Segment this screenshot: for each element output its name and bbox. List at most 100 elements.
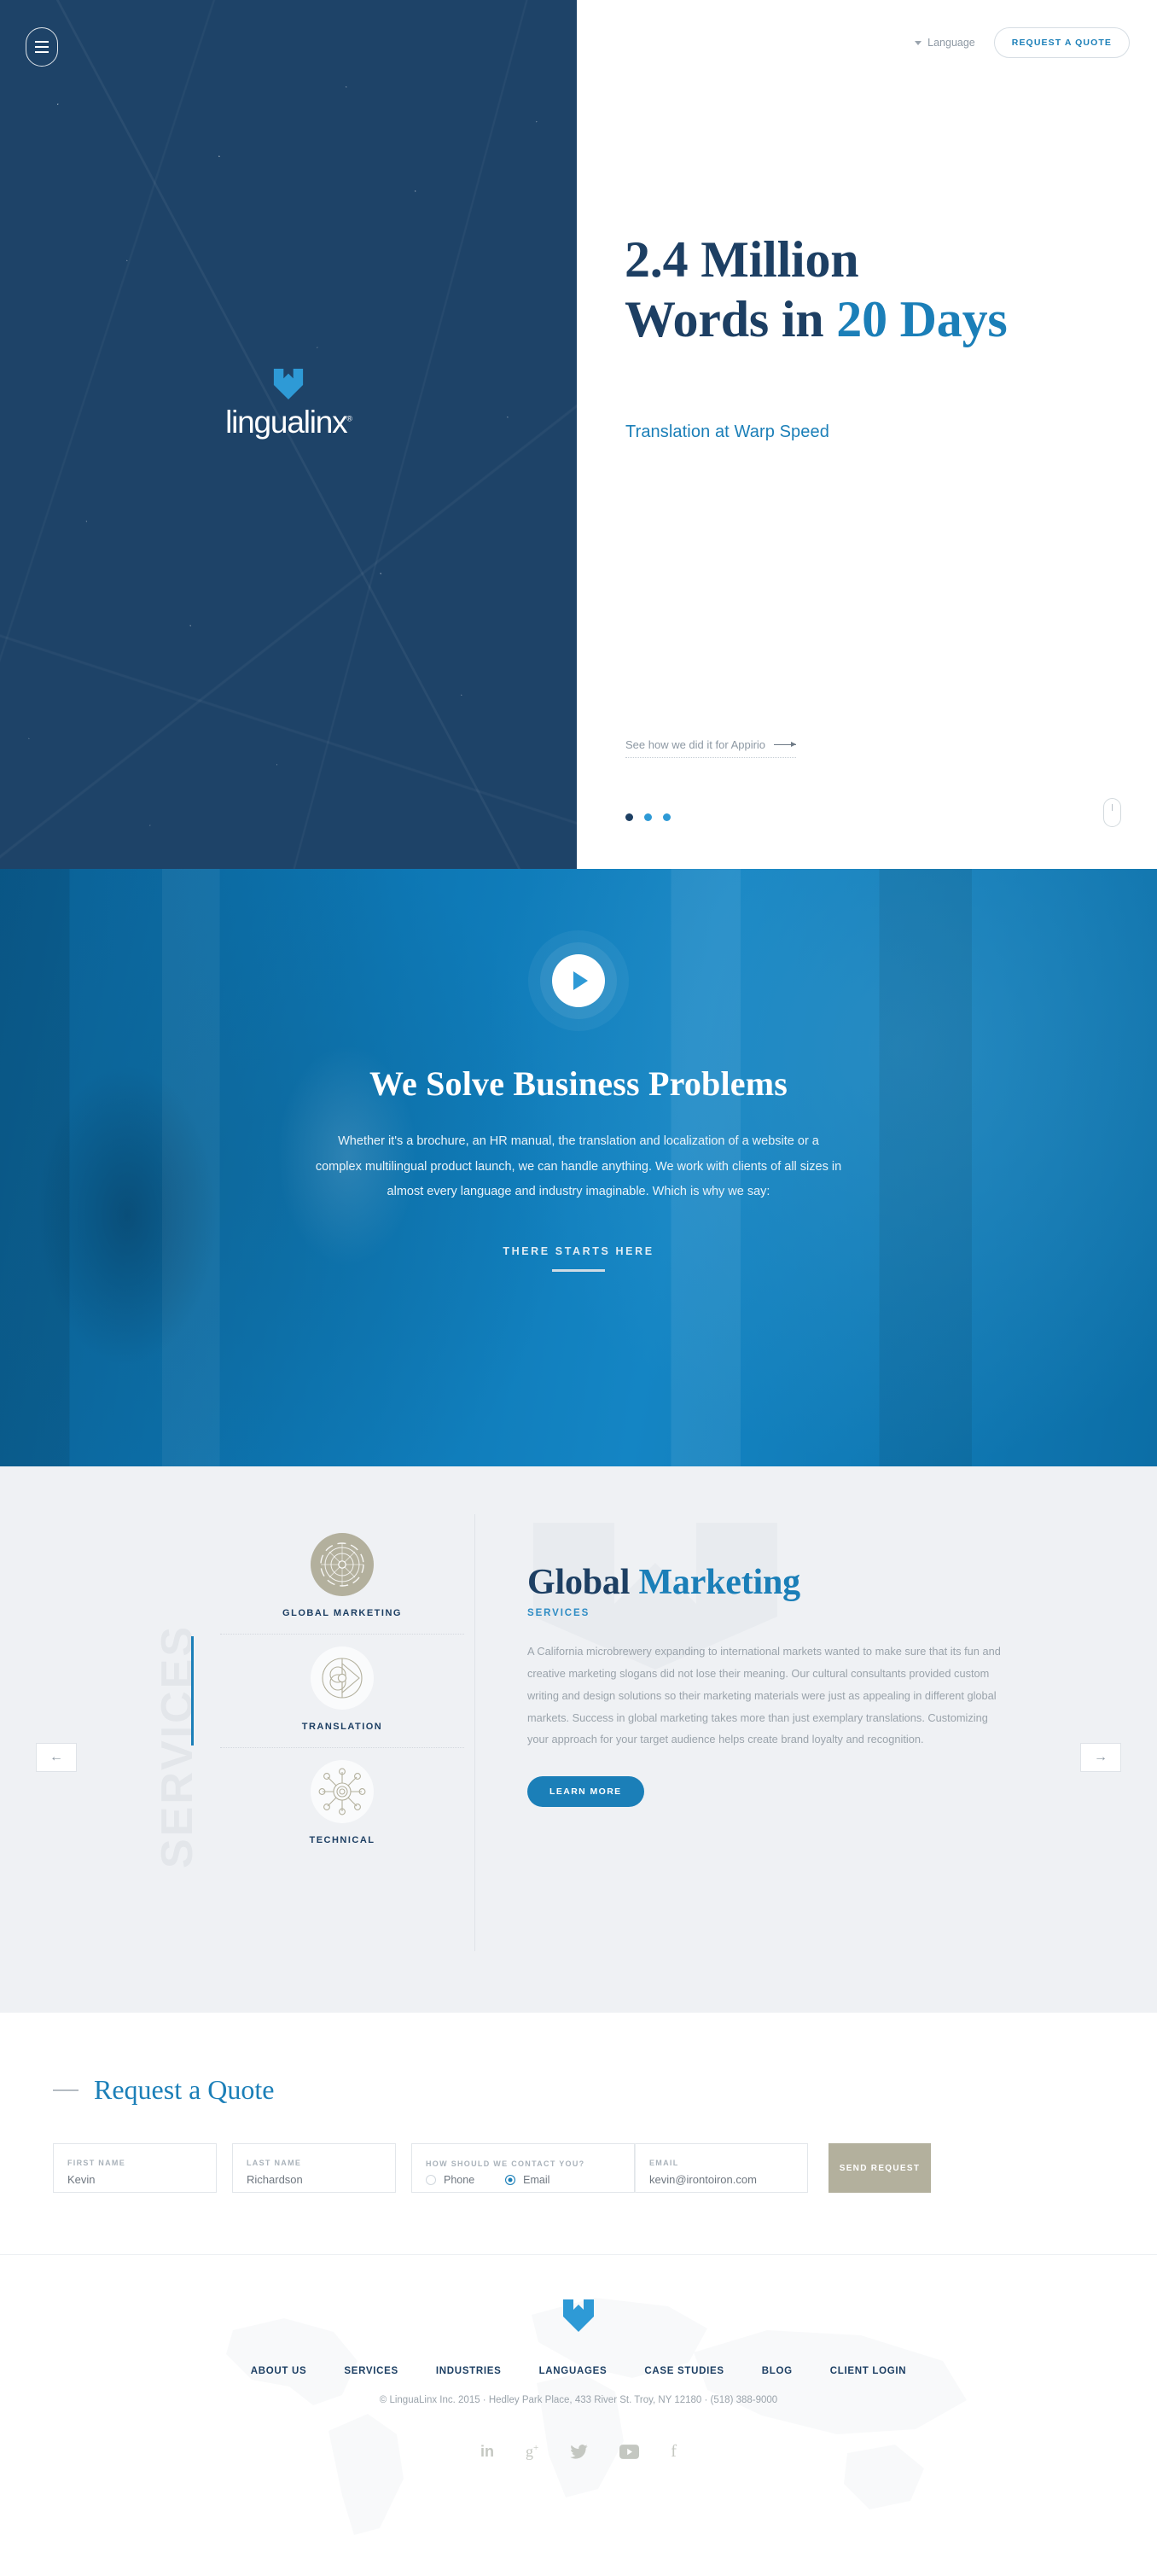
- radio-phone-label: Phone: [444, 2173, 475, 2186]
- first-name-field[interactable]: FIRST NAME Kevin: [53, 2143, 217, 2193]
- service-detail-panel: Global Marketing SERVICES A California m…: [527, 1523, 1005, 1808]
- scroll-down-icon: [1103, 798, 1121, 827]
- carousel-dot-1[interactable]: [625, 813, 633, 821]
- heading-dash: [53, 2089, 78, 2091]
- first-name-input[interactable]: Kevin: [67, 2173, 202, 2186]
- headline-line-1: 2.4 Million: [625, 231, 859, 288]
- request-a-quote-button[interactable]: REQUEST A QUOTE: [993, 27, 1130, 58]
- hero-subtitle: Translation at Warp Speed: [625, 423, 829, 441]
- radio-email-bullet: [505, 2174, 516, 2185]
- carousel-dot-2[interactable]: [644, 813, 652, 821]
- carousel-dot-3[interactable]: [663, 813, 671, 821]
- social-links: in g+ f: [480, 2443, 677, 2460]
- landing-page: lingualinx® Language REQUEST A QUOTE 2.4…: [0, 0, 1157, 2576]
- last-name-field[interactable]: LAST NAME Richardson: [232, 2143, 396, 2193]
- youtube-icon[interactable]: [619, 2444, 640, 2459]
- panel-title-accent: Marketing: [638, 1563, 800, 1602]
- service-tab-translation[interactable]: TRANSLATION: [191, 1634, 464, 1747]
- services-vertical-label: SERVICES: [153, 1624, 202, 1869]
- hamburger-icon-bar: [35, 50, 49, 53]
- footer-link-industries[interactable]: INDUSTRIES: [436, 2366, 502, 2376]
- request-quote-title: Request a Quote: [94, 2074, 275, 2105]
- video-section-body: Whether it's a brochure, an HR manual, t…: [315, 1134, 842, 1199]
- services-divider: [474, 1514, 475, 1951]
- logo-name: lingualinx: [225, 405, 347, 440]
- footer-link-about-us[interactable]: ABOUT US: [251, 2366, 307, 2376]
- logo-registered-mark: ®: [346, 414, 352, 423]
- network-hub-icon: [311, 1760, 374, 1823]
- top-navigation-bar: Language REQUEST A QUOTE: [915, 27, 1130, 58]
- hamburger-icon-bar: [35, 46, 49, 48]
- service-panel-title: Global Marketing: [527, 1562, 1005, 1603]
- first-name-label: FIRST NAME: [67, 2159, 125, 2167]
- radio-email-label: Email: [523, 2173, 550, 2186]
- case-study-link-label: See how we did it for Appirio: [625, 738, 766, 751]
- radio-email[interactable]: Email: [505, 2174, 549, 2186]
- service-panel-subtitle: SERVICES: [527, 1608, 590, 1618]
- lingualinx-shield-icon: [563, 2299, 594, 2332]
- services-next-button[interactable]: →: [1080, 1743, 1121, 1772]
- contact-method-radios: Phone Email: [426, 2174, 620, 2186]
- hero-visual-panel: lingualinx®: [0, 0, 577, 869]
- last-name-label: LAST NAME: [247, 2159, 302, 2167]
- arrow-right-icon: [774, 740, 797, 748]
- service-tab-label: TRANSLATION: [301, 1722, 383, 1732]
- footer-navigation: ABOUT US SERVICES INDUSTRIES LANGUAGES C…: [251, 2366, 907, 2376]
- play-icon[interactable]: [552, 954, 605, 1007]
- video-section-title: We Solve Business Problems: [369, 1064, 788, 1103]
- case-study-link[interactable]: See how we did it for Appirio: [625, 738, 797, 758]
- services-tab-list: GLOBAL MARKETING TRANSLATION TECHNICAL: [191, 1521, 464, 1861]
- linkedin-icon[interactable]: in: [480, 2444, 494, 2459]
- arrow-right-icon: →: [1094, 1750, 1108, 1764]
- footer-link-languages[interactable]: LANGUAGES: [539, 2366, 608, 2376]
- hero-section: lingualinx® Language REQUEST A QUOTE 2.4…: [0, 0, 1157, 869]
- chevron-down-icon: [915, 40, 922, 45]
- send-request-button[interactable]: SEND REQUEST: [829, 2143, 931, 2193]
- hero-content-panel: Language REQUEST A QUOTE 2.4 Million Wor…: [577, 0, 1157, 869]
- hamburger-icon-bar: [35, 41, 49, 44]
- hero-logo: lingualinx®: [0, 367, 577, 438]
- site-footer: ABOUT US SERVICES INDUSTRIES LANGUAGES C…: [0, 2254, 1157, 2576]
- footer-link-services[interactable]: SERVICES: [344, 2366, 398, 2376]
- hamburger-menu-button[interactable]: [26, 27, 58, 67]
- arrow-left-icon: ←: [49, 1750, 63, 1764]
- globe-translate-icon: [311, 1646, 374, 1710]
- email-label: EMAIL: [649, 2159, 679, 2167]
- request-quote-heading: Request a Quote: [53, 2074, 1157, 2106]
- learn-more-button[interactable]: LEARN MORE: [527, 1776, 644, 1808]
- underline-rule: [552, 1269, 605, 1272]
- footer-link-client-login[interactable]: CLIENT LOGIN: [830, 2366, 907, 2376]
- scroll-indicator-bar: [1111, 804, 1113, 811]
- service-tab-technical[interactable]: TECHNICAL: [220, 1747, 464, 1861]
- service-tab-global-marketing[interactable]: GLOBAL MARKETING: [220, 1521, 464, 1634]
- there-starts-here-label: THERE STARTS HERE: [503, 1245, 654, 1258]
- radio-phone[interactable]: Phone: [426, 2174, 474, 2186]
- contact-method-label: HOW SHOULD WE CONTACT YOU?: [426, 2159, 585, 2168]
- service-panel-body: A California microbrewery expanding to i…: [527, 1645, 1001, 1746]
- footer-copyright: © LinguaLinx Inc. 2015 · Hedley Park Pla…: [379, 2395, 778, 2405]
- googleplus-icon[interactable]: g+: [526, 2444, 538, 2460]
- video-section: We Solve Business Problems Whether it's …: [0, 869, 1157, 1466]
- there-starts-here-link[interactable]: THERE STARTS HERE: [503, 1245, 654, 1272]
- panel-title-dark: Global: [527, 1563, 639, 1602]
- email-field[interactable]: EMAIL kevin@irontoiron.com: [635, 2143, 808, 2193]
- carousel-dots[interactable]: [625, 813, 671, 821]
- last-name-input[interactable]: Richardson: [247, 2173, 381, 2186]
- services-section: SERVICES GLOBAL MARKETING TRANSLATION TE…: [0, 1466, 1157, 2013]
- service-tab-label: GLOBAL MARKETING: [282, 1608, 402, 1618]
- facebook-icon[interactable]: f: [671, 2443, 677, 2460]
- language-selector[interactable]: Language: [915, 37, 975, 49]
- footer-link-case-studies[interactable]: CASE STUDIES: [644, 2366, 724, 2376]
- quote-form: FIRST NAME Kevin LAST NAME Richardson HO…: [53, 2143, 1157, 2193]
- twitter-icon[interactable]: [570, 2444, 588, 2459]
- service-tab-label: TECHNICAL: [309, 1835, 375, 1845]
- radio-phone-bullet: [426, 2174, 436, 2185]
- lingualinx-shield-icon: [273, 368, 304, 400]
- language-label: Language: [927, 37, 975, 49]
- services-prev-button[interactable]: ←: [36, 1743, 77, 1772]
- footer-link-blog[interactable]: BLOG: [762, 2366, 793, 2376]
- request-quote-section: Request a Quote FIRST NAME Kevin LAST NA…: [0, 2013, 1157, 2254]
- email-input[interactable]: kevin@irontoiron.com: [649, 2173, 794, 2186]
- hero-headline: 2.4 Million Words in 20 Days: [625, 230, 1145, 349]
- compass-icon: [311, 1533, 374, 1596]
